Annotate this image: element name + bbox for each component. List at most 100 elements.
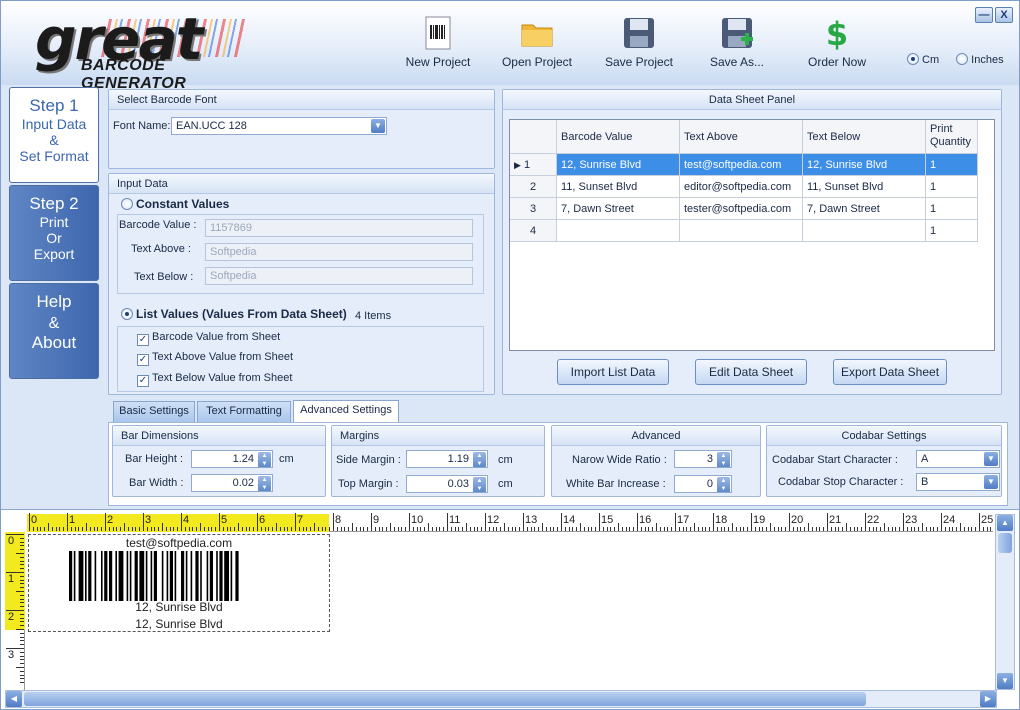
step-1-input-data[interactable]: Step 1 Input Data & Set Format: [9, 87, 99, 183]
tab-text-formatting[interactable]: Text Formatting: [197, 401, 291, 422]
tab-advanced-settings[interactable]: Advanced Settings: [293, 400, 399, 423]
edit-data-sheet-button[interactable]: Edit Data Sheet: [695, 359, 807, 385]
bar-width-stepper[interactable]: 0.02 ▲ ▼: [191, 474, 273, 492]
import-list-data-button[interactable]: Import List Data: [557, 359, 669, 385]
unit-selector: Cm Inches: [907, 53, 1004, 66]
minimize-button[interactable]: —: [975, 7, 993, 23]
barcode-value-label: Barcode Value :: [119, 219, 197, 231]
text-below-from-sheet-checkbox[interactable]: ✓ Text Below Value from Sheet: [137, 372, 292, 387]
export-data-sheet-button[interactable]: Export Data Sheet: [833, 359, 947, 385]
items-count: 4 Items: [355, 310, 392, 322]
ruler-number: 3: [8, 649, 15, 661]
horizontal-scrollbar[interactable]: ◀ ▶: [5, 690, 997, 708]
vertical-scrollbar[interactable]: ▲ ▼: [995, 514, 1015, 690]
font-name-combo[interactable]: EAN.UCC 128 ▼: [171, 117, 387, 135]
ruler-number: 17: [677, 514, 690, 526]
row-header[interactable]: ▶ 1: [510, 154, 557, 176]
horizontal-scroll-thumb[interactable]: [24, 692, 866, 706]
table-cell[interactable]: 11, Sunset Blvd: [557, 176, 680, 198]
text-above-from-sheet-checkbox[interactable]: ✓ Text Above Value from Sheet: [137, 351, 293, 366]
help-about[interactable]: Help & About: [9, 283, 99, 379]
advanced-title: Advanced: [552, 426, 760, 446]
bar-height-stepper[interactable]: 1.24 ▲ ▼: [191, 450, 273, 468]
table-cell[interactable]: 7, Dawn Street: [557, 198, 680, 220]
ruler-number: 13: [525, 514, 538, 526]
table-cell[interactable]: [557, 220, 680, 242]
column-header-text-below[interactable]: Text Below: [803, 120, 926, 154]
open-project-button[interactable]: Open Project: [495, 15, 579, 73]
white-bar-increase-label: White Bar Increase :: [566, 478, 666, 490]
table-cell[interactable]: 12, Sunrise Blvd: [557, 154, 680, 176]
table-cell[interactable]: tester@softpedia.com: [680, 198, 803, 220]
close-button[interactable]: X: [995, 7, 1013, 23]
row-header[interactable]: 3: [510, 198, 557, 220]
font-panel: Select Barcode Font Font Name: EAN.UCC 1…: [108, 89, 495, 169]
table-cell[interactable]: 1: [926, 198, 978, 220]
table-cell[interactable]: test@softpedia.com: [680, 154, 803, 176]
unit-cm-radio[interactable]: Cm: [907, 53, 939, 66]
table-cell[interactable]: 12, Sunrise Blvd: [803, 154, 926, 176]
scroll-left-icon[interactable]: ◀: [6, 691, 22, 707]
row-header[interactable]: 4: [510, 220, 557, 242]
side-margin-label: Side Margin :: [336, 454, 401, 466]
text-above-field[interactable]: Softpedia: [205, 243, 473, 261]
row-header[interactable]: 2: [510, 176, 557, 198]
spin-arrows-icon: ▲ ▼: [473, 477, 486, 492]
svg-text:$: $: [826, 15, 848, 51]
order-now-button[interactable]: $ Order Now: [801, 15, 873, 73]
side-margin-stepper[interactable]: 1.19 ▲ ▼: [406, 450, 488, 468]
barcode-bar: [195, 551, 199, 601]
codabar-start-combo[interactable]: A ▼: [916, 450, 1000, 468]
top-margin-stepper[interactable]: 0.03 ▲ ▼: [406, 475, 488, 493]
table-cell[interactable]: 1: [926, 176, 978, 198]
ruler-number: 16: [639, 514, 652, 526]
app-window: great BARCODE GENERATOR New Project Open…: [0, 0, 1020, 710]
table-cell[interactable]: editor@softpedia.com: [680, 176, 803, 198]
table-cell[interactable]: 7, Dawn Street: [803, 198, 926, 220]
ruler-number: 20: [791, 514, 804, 526]
column-header-barcode[interactable]: Barcode Value: [557, 120, 680, 154]
barcode-bar: [129, 551, 132, 601]
barcode-bar: [94, 551, 97, 601]
codabar-stop-combo[interactable]: B ▼: [916, 473, 1000, 491]
scroll-down-icon[interactable]: ▼: [997, 673, 1013, 689]
barcode-bar: [174, 551, 177, 601]
bar-dimensions-group: Bar Dimensions Bar Height : 1.24 ▲ ▼ cm Ba…: [112, 425, 326, 497]
save-project-button[interactable]: Save Project: [599, 15, 679, 73]
table-cell[interactable]: [680, 220, 803, 242]
table-cell[interactable]: 11, Sunset Blvd: [803, 176, 926, 198]
barcode-from-sheet-checkbox[interactable]: ✓ Barcode Value from Sheet: [137, 331, 280, 346]
tab-basic-settings[interactable]: Basic Settings: [113, 401, 195, 422]
new-project-button[interactable]: New Project: [399, 15, 477, 73]
data-sheet-title: Data Sheet Panel: [503, 90, 1001, 110]
white-bar-increase-stepper[interactable]: 0 ▲ ▼: [674, 475, 732, 493]
table-cell[interactable]: 1: [926, 154, 978, 176]
spin-arrows-icon: ▲ ▼: [717, 477, 730, 492]
save-as-button[interactable]: Save As...: [703, 15, 771, 73]
barcode-bars: [69, 551, 239, 601]
spin-arrows-icon: ▲ ▼: [717, 452, 730, 467]
barcode-value-field[interactable]: 1157869: [205, 219, 473, 237]
barcode-label-canvas[interactable]: test@softpedia.com 12, Sunrise Blvd 12, …: [28, 534, 330, 632]
table-cell[interactable]: [803, 220, 926, 242]
column-header-text-above[interactable]: Text Above: [680, 120, 803, 154]
top-margin-label: Top Margin :: [338, 478, 399, 490]
advanced-group: Advanced Narow Wide Ratio : 3 ▲ ▼ White Ba…: [551, 425, 761, 497]
table-cell[interactable]: 1: [926, 220, 978, 242]
data-sheet-grid: Barcode Value Text Above Text Below Prin…: [509, 119, 995, 351]
step-2-print-export[interactable]: Step 2 Print Or Export: [9, 185, 99, 281]
narrow-wide-ratio-stepper[interactable]: 3 ▲ ▼: [674, 450, 732, 468]
scroll-up-icon[interactable]: ▲: [997, 515, 1013, 531]
barcode-bar: [73, 551, 76, 601]
scroll-right-icon[interactable]: ▶: [980, 691, 996, 707]
text-below-field[interactable]: Softpedia: [205, 267, 473, 285]
vertical-scroll-thumb[interactable]: [998, 533, 1012, 553]
constant-values-radio[interactable]: Constant Values: [121, 197, 229, 211]
ruler-number: 0: [31, 514, 38, 526]
barcode-bar: [224, 551, 229, 601]
unit-inches-radio[interactable]: Inches: [956, 53, 1004, 66]
ruler-number: 11: [449, 514, 461, 526]
barcode-bar: [109, 551, 113, 601]
column-header-print-quantity[interactable]: Print Quantity: [926, 120, 978, 154]
list-values-radio[interactable]: List Values (Values From Data Sheet): [121, 307, 347, 321]
